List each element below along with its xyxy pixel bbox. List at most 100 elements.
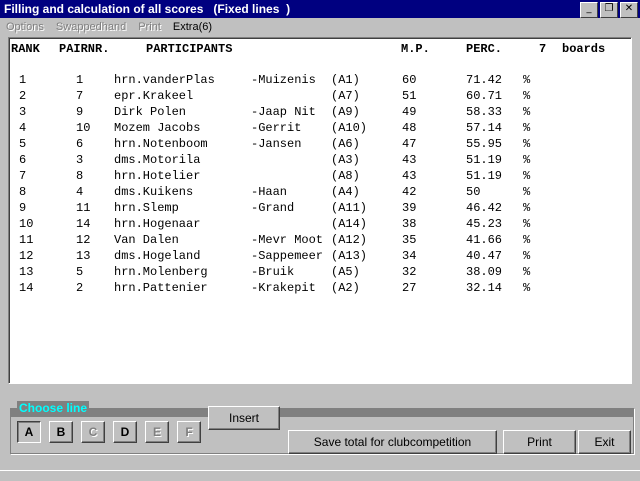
menu-print[interactable]: Print	[138, 18, 161, 36]
cell-participant-1: Van Dalen	[114, 233, 179, 247]
table-row[interactable]: 7 8 hrn.Hotelier (A8) 43 51.19%	[9, 169, 629, 185]
cell-code: (A7)	[331, 89, 360, 103]
cell-participant-1: Mozem Jacobs	[114, 121, 201, 135]
table-row[interactable]: 8 4 dms.Kuikens -Haan (A4) 42 50%	[9, 185, 629, 201]
menu-extra[interactable]: Extra(6)	[173, 18, 212, 36]
cell-mp: 32	[402, 265, 417, 279]
cell-rank: 4	[19, 121, 27, 135]
close-button[interactable]: ✕	[620, 2, 638, 18]
cell-perc: 50	[466, 185, 481, 199]
cell-percent-sign: %	[523, 233, 531, 247]
cell-perc: 55.95	[466, 137, 503, 151]
cell-participant-2: -Bruik	[251, 265, 295, 279]
cell-percent-sign: %	[523, 89, 531, 103]
table-row[interactable]: 10 14 hrn.Hogenaar (A14) 38 45.23%	[9, 217, 629, 233]
cell-code: (A1)	[331, 73, 360, 87]
cell-rank: 14	[19, 281, 34, 295]
cell-percent-sign: %	[523, 201, 531, 215]
title-bar: Filling and calculation of all scores (F…	[0, 0, 640, 18]
table-row[interactable]: 1 1 hrn.vanderPlas -Muizenis (A1) 60 71.42%	[9, 73, 629, 89]
cell-participant-1: Dirk Polen	[114, 105, 187, 119]
header-rank: RANK	[11, 42, 40, 56]
cell-percent-sign: %	[523, 281, 531, 295]
cell-pairnr: 2	[76, 281, 84, 295]
cell-participant-1: hrn.Notenboom	[114, 137, 208, 151]
cell-pairnr: 14	[76, 217, 91, 231]
print-button[interactable]: Print	[503, 430, 576, 454]
exit-button[interactable]: Exit	[578, 430, 631, 454]
cell-pairnr: 11	[76, 201, 91, 215]
cell-pairnr: 8	[76, 169, 84, 183]
cell-code: (A14)	[331, 217, 368, 231]
table-row[interactable]: 9 11 hrn.Slemp -Grand (A11) 39 46.42%	[9, 201, 629, 217]
table-row[interactable]: 2 7 epr.Krakeel (A7) 51 60.71%	[9, 89, 629, 105]
cell-pairnr: 1	[76, 73, 84, 87]
restore-button[interactable]: ❐	[600, 2, 618, 18]
cell-mp: 48	[402, 121, 417, 135]
line-button-e[interactable]: E	[145, 421, 169, 443]
cell-code: (A13)	[331, 249, 368, 263]
header-pairnr: PAIRNR.	[59, 42, 110, 56]
table-row[interactable]: 5 6 hrn.Notenboom -Jansen (A6) 47 55.95%	[9, 137, 629, 153]
cell-mp: 51	[402, 89, 417, 103]
save-total-button[interactable]: Save total for clubcompetition	[288, 430, 497, 454]
cell-perc: 57.14	[466, 121, 503, 135]
choose-line-label: Choose line	[17, 401, 90, 415]
cell-mp: 49	[402, 105, 417, 119]
cell-participant-1: hrn.Pattenier	[114, 281, 208, 295]
line-button-b[interactable]: B	[49, 421, 73, 443]
table-row[interactable]: 13 5 hrn.Molenberg -Bruik (A5) 32 38.09%	[9, 265, 629, 281]
cell-participant-1: hrn.Slemp	[114, 201, 179, 215]
table-row[interactable]: 6 3 dms.Motorila (A3) 43 51.19%	[9, 153, 629, 169]
table-row[interactable]: 3 9 Dirk Polen -Jaap Nit (A9) 49 58.33%	[9, 105, 629, 121]
cell-percent-sign: %	[523, 185, 531, 199]
cell-rank: 6	[19, 153, 27, 167]
menu-bar: Options Swappedhand Print Extra(6)	[0, 18, 640, 36]
line-button-c[interactable]: C	[81, 421, 105, 443]
table-row[interactable]: 12 13 dms.Hogeland -Sappemeer (A13) 34 40.47%	[9, 249, 629, 265]
cell-code: (A2)	[331, 281, 360, 295]
cell-participant-1: hrn.Molenberg	[114, 265, 208, 279]
cell-perc: 51.19	[466, 153, 503, 167]
cell-percent-sign: %	[523, 217, 531, 231]
menu-swappedhand[interactable]: Swappedhand	[56, 18, 126, 36]
cell-mp: 42	[402, 185, 417, 199]
cell-rank: 13	[19, 265, 34, 279]
header-participants: PARTICIPANTS	[146, 42, 233, 56]
cell-perc: 41.66	[466, 233, 503, 247]
header-boards-count: 7	[539, 42, 547, 56]
cell-percent-sign: %	[523, 249, 531, 263]
cell-participant-1: dms.Hogeland	[114, 249, 201, 263]
cell-perc: 71.42	[466, 73, 503, 87]
cell-rank: 9	[19, 201, 27, 215]
cell-participant-2: -Sappemeer	[251, 249, 324, 263]
cell-percent-sign: %	[523, 153, 531, 167]
cell-rank: 5	[19, 137, 27, 151]
results-list[interactable]: RANK PAIRNR. PARTICIPANTS M.P. PERC. 7 b…	[8, 37, 632, 384]
table-row[interactable]: 4 10 Mozem Jacobs -Gerrit (A10) 48 57.14%	[9, 121, 629, 137]
cell-participant-2: -Haan	[251, 185, 288, 199]
minimize-button[interactable]: _	[580, 2, 598, 18]
cell-participant-2: -Krakepit	[251, 281, 316, 295]
cell-mp: 38	[402, 217, 417, 231]
cell-participant-2: -Jaap Nit	[251, 105, 316, 119]
cell-rank: 2	[19, 89, 27, 103]
cell-code: (A5)	[331, 265, 360, 279]
table-row[interactable]: 11 12 Van Dalen -Mevr Moot (A12) 35 41.66%	[9, 233, 629, 249]
cell-participant-1: hrn.Hotelier	[114, 169, 201, 183]
cell-pairnr: 6	[76, 137, 84, 151]
cell-participant-2: -Grand	[251, 201, 295, 215]
insert-button[interactable]: Insert	[208, 406, 280, 430]
cell-perc: 58.33	[466, 105, 503, 119]
panel-header-strip	[11, 409, 633, 417]
cell-perc: 60.71	[466, 89, 503, 103]
cell-participant-2: -Mevr Moot	[251, 233, 324, 247]
line-button-d[interactable]: D	[113, 421, 137, 443]
line-button-a[interactable]: A	[17, 421, 41, 443]
menu-options[interactable]: Options	[6, 18, 44, 36]
cell-perc: 46.42	[466, 201, 503, 215]
line-button-f[interactable]: F	[177, 421, 201, 443]
cell-participant-1: epr.Krakeel	[114, 89, 194, 103]
table-row[interactable]: 14 2 hrn.Pattenier -Krakepit (A2) 27 32.14%	[9, 281, 629, 297]
window-controls: _ ❐ ✕	[580, 2, 638, 18]
